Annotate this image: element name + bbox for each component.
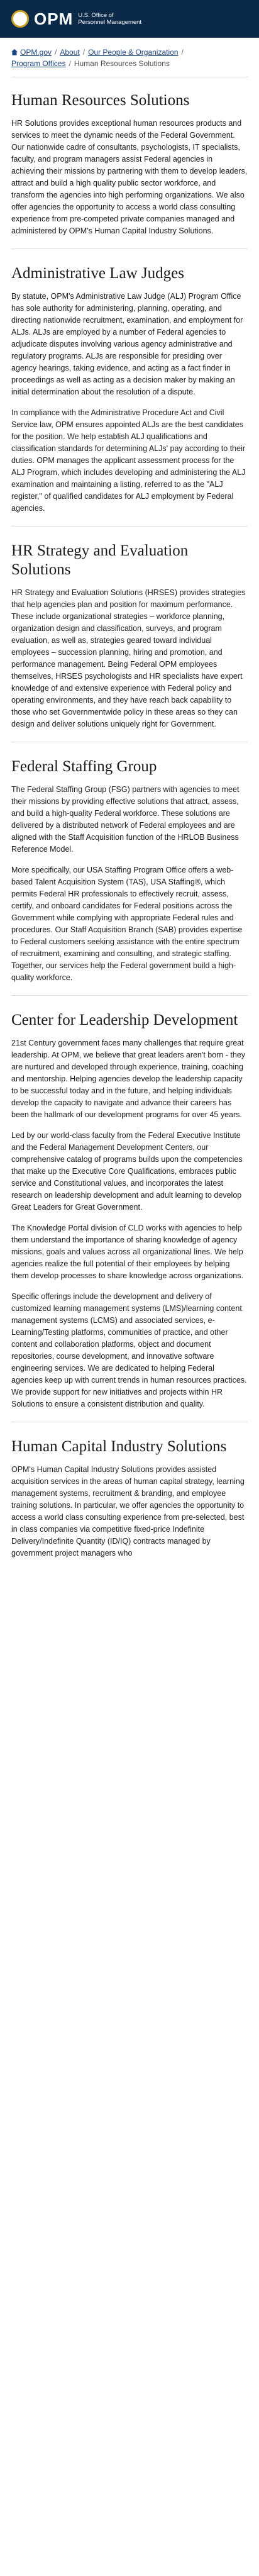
breadcrumb-program-offices[interactable]: Program Offices	[11, 59, 65, 68]
section-hcis: Human Capital Industry Solutions OPM's H…	[0, 1437, 259, 1559]
section-title: Administrative Law Judges	[11, 265, 184, 282]
logo-subtitle: U.S. Office of Personnel Management	[78, 12, 141, 26]
section-paragraph: More specifically, our USA Staffing Prog…	[11, 866, 243, 982]
breadcrumb-separator: /	[181, 48, 184, 57]
section-title: Federal Staffing Group	[11, 758, 157, 775]
section-fsg: Federal Staffing Group The Federal Staff…	[0, 757, 259, 984]
breadcrumb-opm[interactable]: OPM.gov	[20, 48, 52, 57]
section-paragraph: OPM's Human Capital Industry Solutions p…	[11, 1465, 245, 1558]
section-alj: Administrative Law Judges By statute, OP…	[0, 264, 259, 515]
divider	[11, 248, 248, 249]
breadcrumb-separator: /	[69, 59, 71, 68]
section-paragraph: The Knowledge Portal division of CLD wor…	[11, 1224, 243, 1280]
divider	[11, 995, 248, 996]
section-paragraph: In compliance with the Administrative Pr…	[11, 408, 246, 513]
divider	[11, 526, 248, 527]
breadcrumb-separator: /	[82, 48, 85, 57]
breadcrumb-current: Human Resources Solutions	[74, 59, 170, 68]
page-title: Human Resources Solutions	[11, 92, 190, 109]
section-paragraph: Specific offerings include the developme…	[11, 1292, 247, 1408]
section-hr-solutions: Human Resources Solutions HR Solutions p…	[0, 91, 259, 237]
breadcrumb: OPM.gov / About / Our People & Organization /…	[0, 38, 259, 74]
section-paragraph: By statute, OPM's Administrative Law Jud…	[11, 292, 243, 396]
section-title: Center for Leadership Development	[11, 1012, 238, 1029]
logo-subtitle-line1: U.S. Office of	[78, 12, 114, 19]
logo-subtitle-line2: Personnel Management	[78, 19, 142, 26]
home-icon	[11, 49, 18, 55]
site-header: OPM U.S. Office of Personnel Management	[0, 0, 259, 38]
breadcrumb-separator: /	[55, 48, 57, 57]
section-cld: Center for Leadership Development 21st C…	[0, 1011, 259, 1410]
breadcrumb-about[interactable]: About	[60, 48, 79, 57]
section-hrses: HR Strategy and Evaluation Solutions HR …	[0, 542, 259, 730]
section-paragraph: HR Strategy and Evaluation Solutions (HR…	[11, 588, 246, 728]
breadcrumb-our-people[interactable]: Our People & Organization	[88, 48, 178, 57]
section-title: HR Strategy and Evaluation Solutions	[11, 542, 189, 578]
opm-seal-icon[interactable]	[11, 10, 29, 28]
section-paragraph: The Federal Staffing Group (FSG) partner…	[11, 785, 240, 854]
section-paragraph: HR Solutions provides exceptional human …	[11, 119, 248, 235]
section-paragraph: Led by our world-class faculty from the …	[11, 1131, 243, 1212]
section-title: Human Capital Industry Solutions	[11, 1438, 227, 1455]
section-paragraph: 21st Century government faces many chall…	[11, 1039, 246, 1119]
logo-text[interactable]: OPM	[34, 9, 73, 29]
